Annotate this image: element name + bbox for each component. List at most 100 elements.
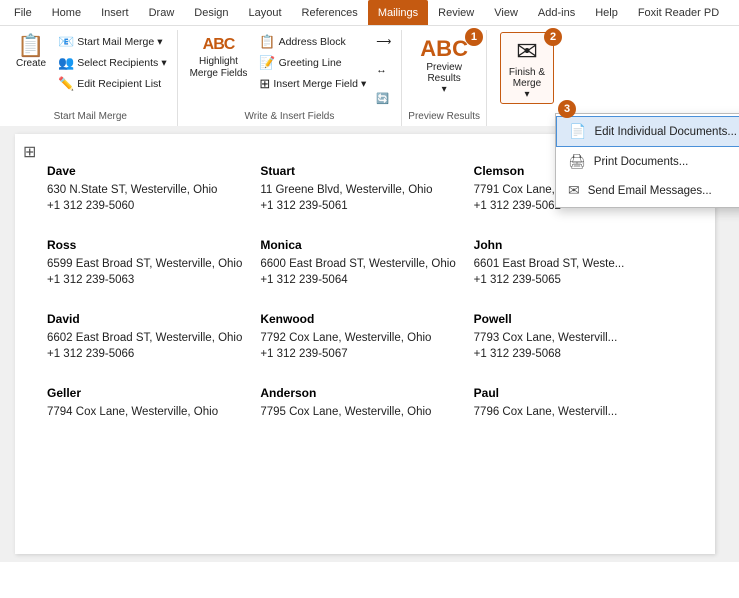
tab-mailings[interactable]: Mailings [368,0,428,25]
tab-foxit[interactable]: Foxit Reader PD [628,0,729,25]
ribbon-content: 📋 Create 📧 Start Mail Merge ▾ 👥 Select R… [0,26,739,126]
contact-address: 7796 Cox Lane, Westervill... [474,406,673,418]
tab-file[interactable]: File [4,0,42,25]
contact-name: Monica [260,238,459,252]
contact-phone: +1 312 239-5067 [260,348,459,360]
contact-cell: Anderson 7795 Cox Lane, Westerville, Ohi… [258,376,471,438]
highlight-merge-fields-button[interactable]: ABC HighlightMerge Fields [184,32,254,84]
insert-small-btns: 📋 Address Block 📝 Greeting Line ⊞ Insert… [255,32,370,94]
contact-address: 7793 Cox Lane, Westervill... [474,332,673,344]
start-mail-merge-button[interactable]: 📧 Start Mail Merge ▾ [54,32,171,52]
preview-buttons: ABC PreviewResults ▾ 1 [408,32,480,107]
contact-address: 6599 East Broad ST, Westerville, Ohio [47,258,246,270]
insert-merge-field-button[interactable]: ⊞ Insert Merge Field ▾ [255,74,370,94]
tab-addins[interactable]: Add-ins [528,0,585,25]
tab-references[interactable]: References [292,0,368,25]
tab-draw[interactable]: Draw [139,0,185,25]
update-icon: 🔄 [376,92,389,105]
greeting-line-button[interactable]: 📝 Greeting Line [255,53,370,73]
edit-recipients-icon: ✏️ [58,76,74,92]
start-merge-label: Start Mail Merge [77,36,154,48]
tab-view[interactable]: View [484,0,528,25]
contact-address: 11 Greene Blvd, Westerville, Ohio [260,184,459,196]
send-email-item[interactable]: ✉ Send Email Messages... [556,176,739,205]
contact-name: Geller [47,386,246,400]
contact-address: 7792 Cox Lane, Westerville, Ohio [260,332,459,344]
contact-phone: +1 312 239-5064 [260,274,459,286]
contact-phone: +1 312 239-5068 [474,348,673,360]
contact-phone: +1 312 239-5060 [47,200,246,212]
finish-merge-label: Finish &Merge [509,67,545,89]
contact-phone: +1 312 239-5066 [47,348,246,360]
edit-individual-docs-item[interactable]: 📄 Edit Individual Documents... [556,116,739,147]
greeting-label: Greeting Line [279,57,342,69]
tab-help[interactable]: Help [585,0,628,25]
match-fields-button[interactable]: ↔ [372,62,395,78]
address-block-label: Address Block [279,36,346,48]
write-insert-group-label: Write & Insert Fields [184,109,396,122]
send-email-label: Send Email Messages... [588,185,712,197]
group-finish-merge: ✉ Finish &Merge ▾ 2 [487,30,567,126]
preview-results-label: PreviewResults [426,62,462,84]
edit-docs-icon: 📄 [569,123,586,140]
create-button[interactable]: 📋 Create [10,32,52,73]
contact-phone: +1 312 239-5063 [47,274,246,286]
greeting-icon: 📝 [259,55,275,71]
print-documents-item[interactable]: 🖨 Print Documents... [556,147,739,176]
start-mail-merge-group-label: Start Mail Merge [10,109,171,122]
contact-address: 630 N.State ST, Westerville, Ohio [47,184,246,196]
finish-chevron-icon: ▾ [524,89,529,100]
contact-cell: Kenwood 7792 Cox Lane, Westerville, Ohio… [258,302,471,376]
contact-address: 7794 Cox Lane, Westerville, Ohio [47,406,246,418]
contact-name: Anderson [260,386,459,400]
tab-design[interactable]: Design [184,0,238,25]
contact-name: Dave [47,164,246,178]
edit-recipient-list-button[interactable]: ✏️ Edit Recipient List [54,74,171,94]
address-block-button[interactable]: 📋 Address Block [255,32,370,52]
edit-docs-label: Edit Individual Documents... [594,126,737,138]
start-merge-icon: 📧 [58,34,74,50]
contact-address: 6602 East Broad ST, Westerville, Ohio [47,332,246,344]
contact-address: 6600 East Broad ST, Westerville, Ohio [260,258,459,270]
badge-3: 3 [558,100,576,118]
contact-phone: +1 312 239-5061 [260,200,459,212]
contact-cell: Ross 6599 East Broad ST, Westerville, Oh… [45,228,258,302]
add-button[interactable]: ⊞ [23,142,36,162]
highlight-icon: ABC [203,36,235,54]
select-recipients-icon: 👥 [58,55,74,71]
group-write-insert: ABC HighlightMerge Fields 📋 Address Bloc… [178,30,403,126]
badge-2: 2 [544,28,562,46]
contact-cell: Dave 630 N.State ST, Westerville, Ohio +… [45,154,258,228]
finish-buttons: ✉ Finish &Merge ▾ 2 [493,32,561,118]
create-label: Create [16,58,46,70]
rules-button[interactable]: ⟶ [372,34,395,50]
update-labels-button[interactable]: 🔄 [372,90,395,107]
print-docs-icon: 🖨 [568,153,586,170]
contact-address: 7795 Cox Lane, Westerville, Ohio [260,406,459,418]
contact-name: Kenwood [260,312,459,326]
print-docs-label: Print Documents... [594,156,689,168]
select-recipients-button[interactable]: 👥 Select Recipients ▾ [54,53,171,73]
contact-cell: Powell 7793 Cox Lane, Westervill... +1 3… [472,302,685,376]
write-insert-buttons: ABC HighlightMerge Fields 📋 Address Bloc… [184,32,396,107]
extra-small-btns: ⟶ ↔ 🔄 [372,34,395,107]
tab-layout[interactable]: Layout [239,0,292,25]
send-email-icon: ✉ [568,182,580,199]
tab-review[interactable]: Review [428,0,484,25]
ribbon: File Home Insert Draw Design Layout Refe… [0,0,739,126]
contact-name: Paul [474,386,673,400]
tab-home[interactable]: Home [42,0,91,25]
contact-cell: Stuart 11 Greene Blvd, Westerville, Ohio… [258,154,471,228]
create-icon: 📋 [17,35,44,57]
contact-name: David [47,312,246,326]
contact-cell: Paul 7796 Cox Lane, Westervill... [472,376,685,438]
tab-insert[interactable]: Insert [91,0,139,25]
chevron-down-icon: ▾ [157,36,162,48]
rules-icon: ⟶ [376,36,391,48]
address-block-icon: 📋 [259,34,275,50]
contact-cell: Monica 6600 East Broad ST, Westerville, … [258,228,471,302]
finish-merge-icon: ✉ [516,36,538,67]
contact-name: Powell [474,312,673,326]
chevron-down-icon2: ▾ [161,57,166,69]
preview-chevron-icon: ▾ [442,84,447,95]
